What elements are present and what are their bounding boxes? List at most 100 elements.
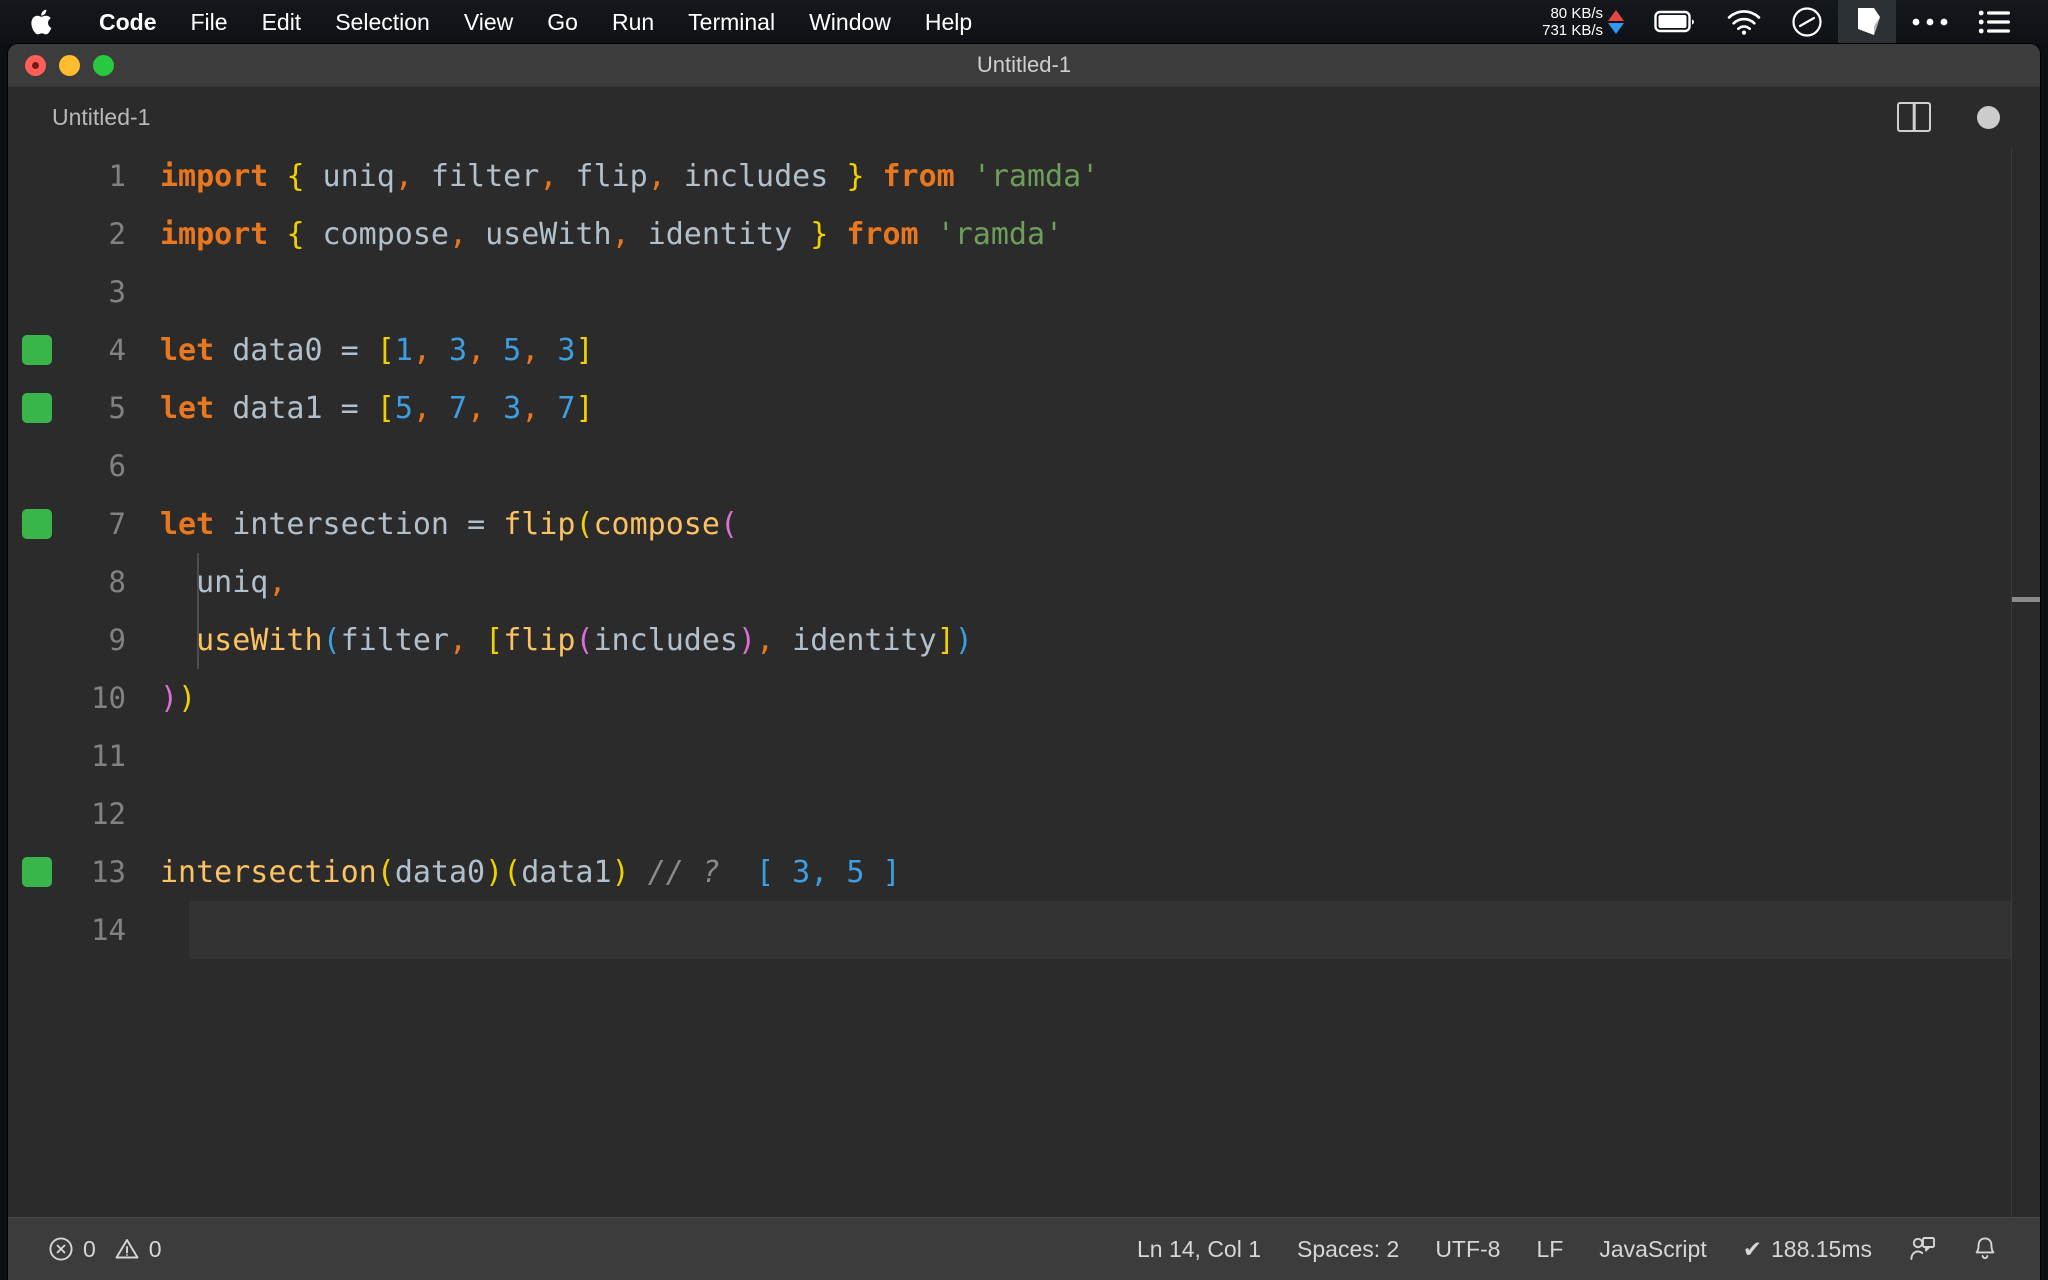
- code-line[interactable]: 7 let intersection = flip(compose(: [8, 495, 2040, 553]
- dropbox-icon[interactable]: [1838, 0, 1896, 44]
- token: ): [178, 680, 197, 716]
- token: ): [160, 680, 179, 716]
- code-line[interactable]: 6: [8, 437, 2040, 495]
- tab-untitled-1[interactable]: Untitled-1: [8, 87, 177, 147]
- code-editor[interactable]: 1 import { uniq, filter, flip, includes }…: [8, 147, 2040, 1217]
- menu-terminal[interactable]: Terminal: [671, 0, 792, 44]
- code-lines[interactable]: 1 import { uniq, filter, flip, includes }…: [8, 147, 2040, 959]
- menu-go[interactable]: Go: [530, 0, 595, 44]
- error-count: 0: [83, 1235, 96, 1262]
- runtime-value: 188.15ms: [1770, 1235, 1872, 1262]
- menu-help[interactable]: Help: [908, 0, 989, 44]
- line-content[interactable]: uniq,: [148, 565, 286, 600]
- line-content[interactable]: useWith(filter, [flip(includes), identit…: [148, 623, 973, 658]
- code-line[interactable]: 2 import { compose, useWith, identity } f…: [8, 205, 2040, 263]
- token: ,: [647, 158, 666, 194]
- token: ,: [449, 622, 468, 658]
- editor-scrollbar[interactable]: [2011, 147, 2040, 1217]
- token: =: [340, 332, 359, 368]
- code-line[interactable]: 5 let data1 = [5, 7, 3, 7]: [8, 379, 2040, 437]
- token: 5: [485, 332, 522, 368]
- token: let: [160, 332, 215, 368]
- code-line[interactable]: 8 uniq,: [8, 553, 2040, 611]
- token: intersection: [214, 506, 468, 542]
- line-content[interactable]: )): [148, 681, 196, 716]
- token: 'ramda': [972, 158, 1100, 194]
- token: import: [160, 216, 269, 252]
- token: (: [503, 854, 522, 890]
- indentation-setting[interactable]: Spaces: 2: [1279, 1236, 1417, 1263]
- token: // ?: [647, 854, 720, 890]
- code-line[interactable]: 10)): [8, 669, 2040, 727]
- close-button[interactable]: [25, 54, 46, 76]
- warning-count: 0: [148, 1235, 162, 1262]
- status-right: Ln 14, Col 1 Spaces: 2 UTF-8 LF JavaScri…: [1119, 1235, 2040, 1263]
- traffic-lights: [8, 54, 114, 76]
- code-line[interactable]: 3: [8, 263, 2040, 321]
- token: ,: [756, 622, 775, 658]
- line-number: 4: [108, 333, 126, 367]
- upload-speed: 80 KB/s: [1550, 5, 1603, 22]
- menu-file[interactable]: File: [174, 0, 245, 44]
- line-content[interactable]: import { uniq, filter, flip, includes } …: [148, 159, 1099, 194]
- wifi-icon[interactable]: [1712, 0, 1776, 44]
- token: 1: [394, 332, 413, 368]
- problems-indicator[interactable]: 0 0: [30, 1236, 180, 1263]
- bell-icon[interactable]: [1954, 1235, 2016, 1263]
- token: (: [575, 506, 594, 542]
- menu-edit[interactable]: Edit: [245, 0, 319, 44]
- apple-logo-icon[interactable]: [30, 7, 56, 37]
- cursor-position[interactable]: Ln 14, Col 1: [1119, 1236, 1279, 1263]
- line-content[interactable]: intersection(data0)(data1) // ? [ 3, 5 ]: [148, 855, 901, 890]
- code-line[interactable]: 14: [8, 901, 2040, 959]
- token: (: [575, 622, 594, 658]
- do-not-disturb-icon[interactable]: [1776, 0, 1838, 44]
- token: ]: [936, 622, 955, 658]
- token: 3: [539, 332, 576, 368]
- menu-run[interactable]: Run: [595, 0, 671, 44]
- menu-code[interactable]: Code: [82, 0, 174, 44]
- token: uniq: [304, 158, 395, 194]
- line-number: 1: [108, 159, 126, 193]
- menu-view[interactable]: View: [447, 0, 530, 44]
- token: let: [160, 390, 215, 426]
- token: flip: [503, 622, 576, 658]
- vscode-window: Untitled-1 Untitled-1 1 import { uniq, fi…: [8, 44, 2040, 1280]
- code-line[interactable]: 11: [8, 727, 2040, 785]
- token: ,: [467, 332, 486, 368]
- token: [: [376, 390, 395, 426]
- battery-icon[interactable]: [1640, 0, 1712, 44]
- ellipsis-icon[interactable]: [1896, 0, 1964, 44]
- split-editor-icon[interactable]: [1897, 102, 1931, 132]
- code-line[interactable]: 4 let data0 = [1, 3, 5, 3]: [8, 321, 2040, 379]
- line-content[interactable]: let intersection = flip(compose(: [148, 507, 738, 542]
- quokka-runtime[interactable]: ✔ 188.15ms: [1725, 1236, 1890, 1263]
- menu-window[interactable]: Window: [792, 0, 908, 44]
- minimize-button[interactable]: [59, 54, 80, 76]
- code-line[interactable]: 1 import { uniq, filter, flip, includes }…: [8, 147, 2040, 205]
- line-content[interactable]: let data1 = [5, 7, 3, 7]: [148, 391, 594, 426]
- control-center-icon[interactable]: [1964, 0, 2026, 44]
- code-line[interactable]: 9 useWith(filter, [flip(includes), ident…: [8, 611, 2040, 669]
- maximize-button[interactable]: [93, 54, 114, 76]
- encoding-setting[interactable]: UTF-8: [1417, 1236, 1518, 1263]
- feedback-person-icon[interactable]: [1890, 1235, 1954, 1263]
- screen: Code File Edit Selection View Go Run Ter…: [0, 0, 2048, 1280]
- token: compose: [304, 216, 449, 252]
- code-line[interactable]: 12: [8, 785, 2040, 843]
- eol-setting[interactable]: LF: [1518, 1236, 1581, 1263]
- token: ): [485, 854, 504, 890]
- unsaved-indicator-icon[interactable]: [1977, 105, 2000, 129]
- line-content[interactable]: let data0 = [1, 3, 5, 3]: [148, 333, 594, 368]
- language-mode[interactable]: JavaScript: [1581, 1236, 1724, 1263]
- line-content[interactable]: import { compose, useWith, identity } fr…: [148, 217, 1063, 252]
- token: data0: [214, 332, 341, 368]
- current-line-highlight: [189, 901, 2040, 959]
- menu-selection[interactable]: Selection: [318, 0, 447, 44]
- code-line[interactable]: 13 intersection(data0)(data1) // ? [ 3, 5…: [8, 843, 2040, 901]
- network-speed-indicator[interactable]: 80 KB/s 731 KB/s: [1542, 5, 1624, 39]
